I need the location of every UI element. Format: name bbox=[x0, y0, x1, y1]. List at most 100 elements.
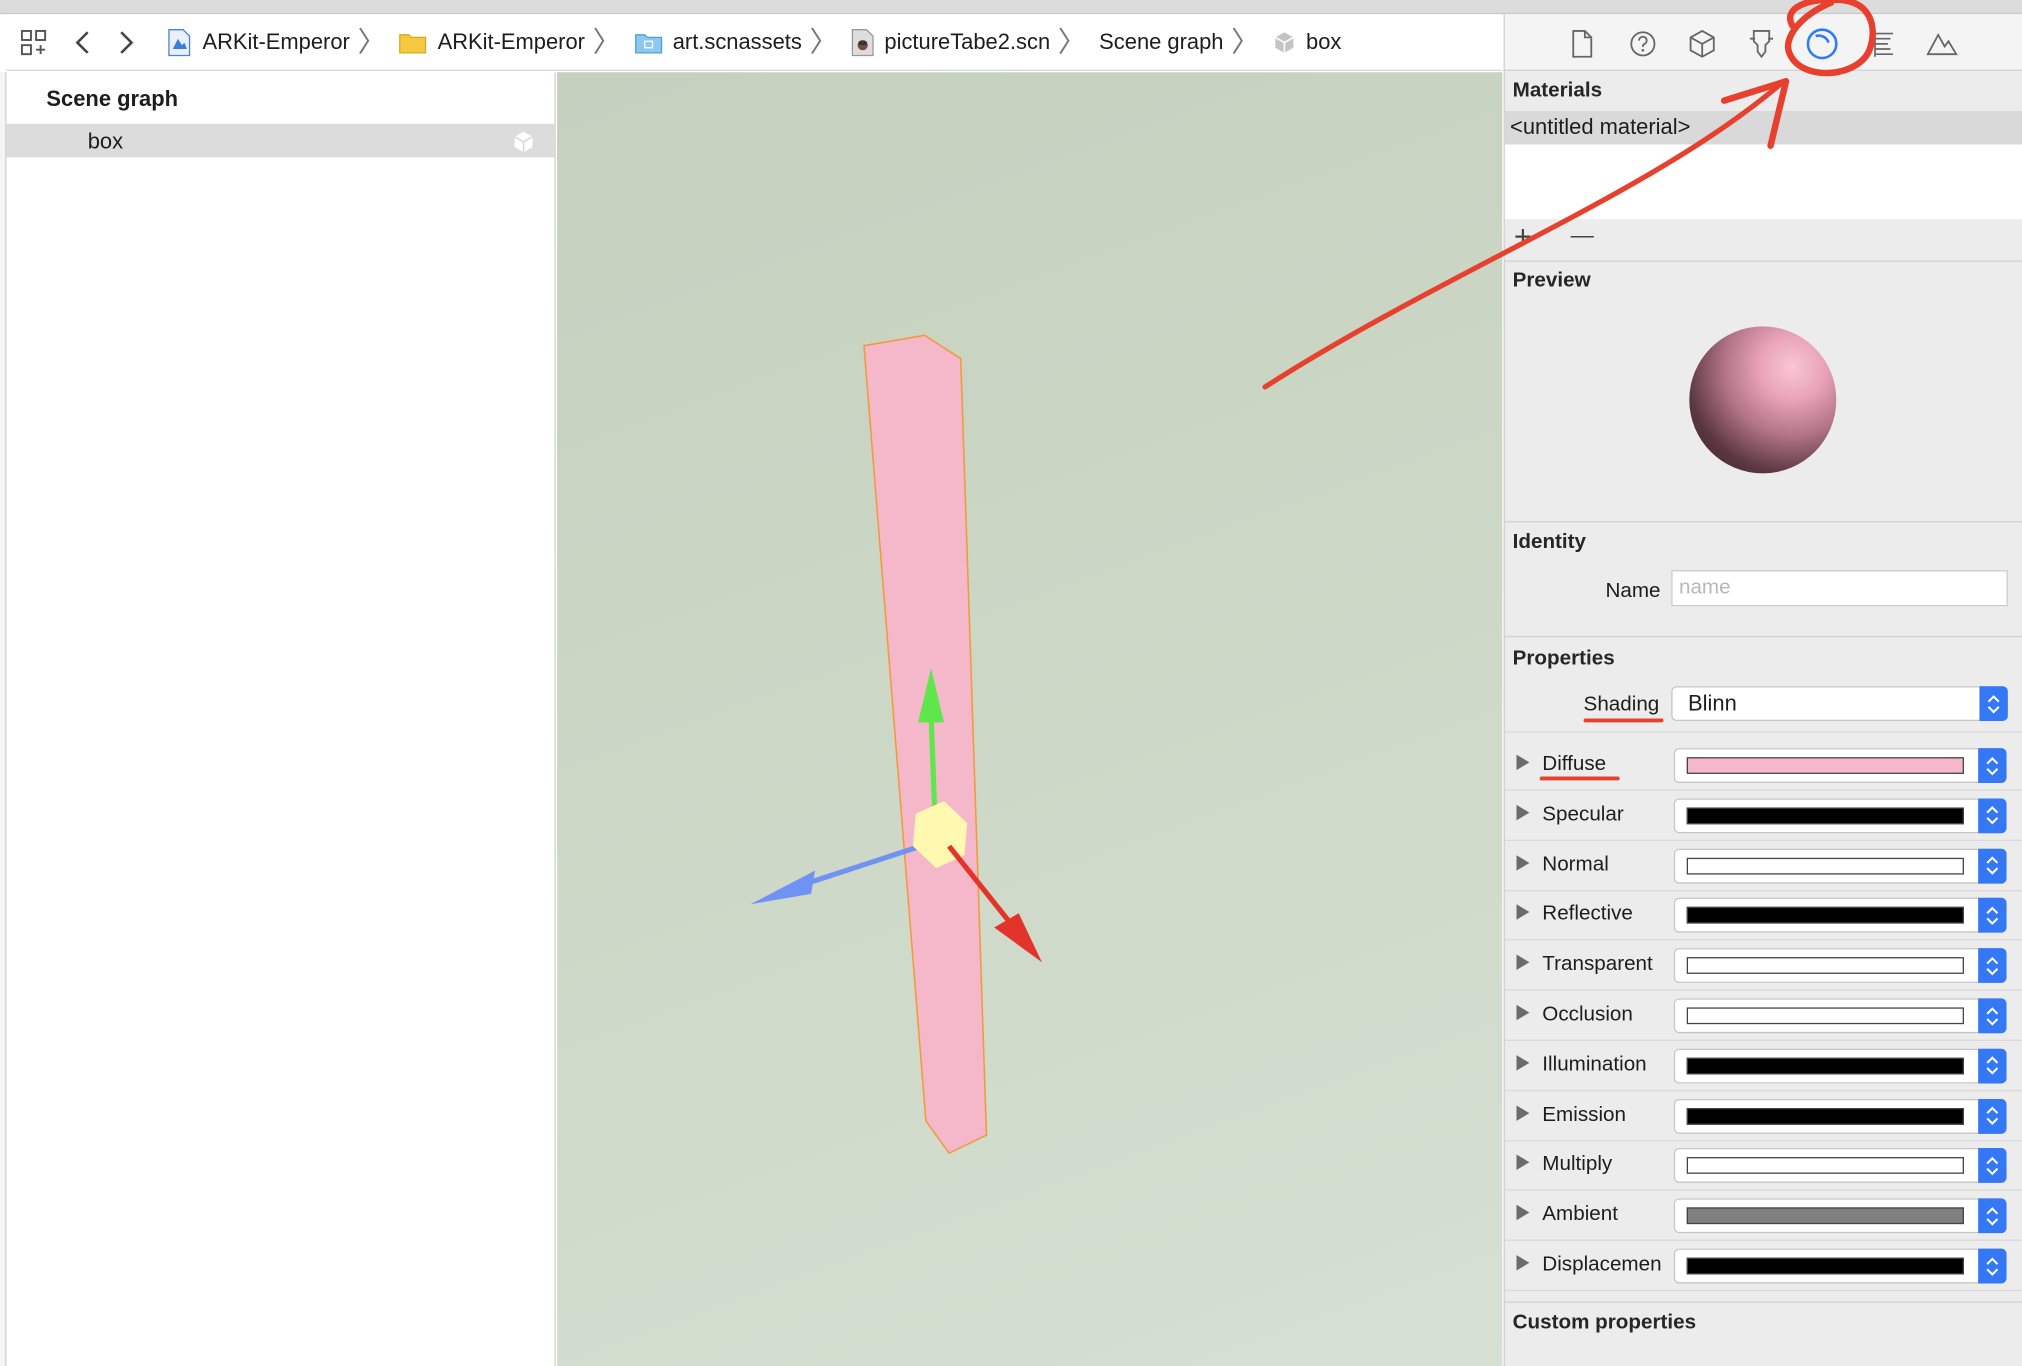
breadcrumb-separator: 〉 bbox=[357, 25, 386, 58]
color-swatch bbox=[1686, 907, 1964, 925]
box-geometry[interactable] bbox=[863, 334, 988, 1155]
name-label: Name bbox=[1605, 580, 1661, 603]
scene-viewport[interactable] bbox=[557, 72, 1503, 1366]
color-well[interactable] bbox=[1673, 1098, 2007, 1134]
section-divider bbox=[1504, 260, 2022, 262]
project-icon bbox=[166, 28, 192, 56]
materials-controls: + — bbox=[1504, 219, 2022, 258]
scene-file-icon bbox=[851, 28, 874, 56]
forward-arrow-icon[interactable] bbox=[104, 20, 148, 64]
shading-select-value: Blinn bbox=[1688, 691, 1737, 716]
disclosure-triangle-icon[interactable] bbox=[1516, 1255, 1530, 1271]
breadcrumb-scene-graph[interactable]: Scene graph bbox=[1099, 29, 1223, 55]
file-inspector-icon[interactable] bbox=[1566, 27, 1600, 61]
material-property-row: Emission bbox=[1504, 1091, 2022, 1142]
outline-item-label: box bbox=[87, 128, 124, 154]
shading-label: Shading bbox=[1583, 693, 1660, 716]
disclosure-triangle-icon[interactable] bbox=[1516, 1104, 1530, 1121]
box-node-icon bbox=[1273, 30, 1296, 53]
breadcrumb-label: Scene graph bbox=[1099, 29, 1224, 54]
physics-inspector-icon[interactable] bbox=[1867, 27, 1901, 61]
breadcrumb-project[interactable]: ARKit-Emperor bbox=[166, 28, 350, 56]
disclosure-triangle-icon[interactable] bbox=[1516, 904, 1530, 921]
select-stepper-icon bbox=[1978, 1248, 2007, 1284]
breadcrumb-label: pictureTabe2.scn bbox=[884, 29, 1051, 54]
outline-item-box[interactable]: box bbox=[6, 123, 556, 160]
jump-bar: ARKit-Emperor 〉 ARKit-Emperor 〉 art.scna… bbox=[6, 14, 1503, 71]
material-property-row: Normal bbox=[1504, 840, 2022, 891]
breadcrumb-separator: 〉 bbox=[1057, 25, 1087, 58]
x-axis-arrow-icon bbox=[994, 913, 1042, 963]
disclosure-triangle-icon[interactable] bbox=[1516, 1154, 1530, 1171]
geometry-cube-icon bbox=[512, 130, 535, 160]
scnassets-folder-icon bbox=[634, 30, 662, 53]
disclosure-triangle-icon[interactable] bbox=[1516, 804, 1530, 821]
color-well[interactable] bbox=[1673, 998, 2007, 1034]
color-swatch bbox=[1686, 1057, 1964, 1075]
material-inspector-icon[interactable] bbox=[1805, 27, 1839, 61]
xcode-scene-editor: ARKit-Emperor 〉 ARKit-Emperor 〉 art.scna… bbox=[0, 0, 2022, 1366]
color-well[interactable] bbox=[1673, 1198, 2007, 1234]
breadcrumb-scnassets[interactable]: art.scnassets bbox=[634, 29, 802, 55]
properties-section-title: Properties bbox=[1512, 647, 1615, 670]
breadcrumb-folder[interactable]: ARKit-Emperor bbox=[399, 29, 585, 55]
color-well[interactable] bbox=[1673, 1048, 2007, 1084]
section-divider bbox=[1504, 521, 2022, 523]
breadcrumb-box[interactable]: box bbox=[1273, 29, 1342, 55]
z-axis-arrow-icon bbox=[750, 870, 815, 905]
color-well[interactable] bbox=[1673, 848, 2007, 884]
help-inspector-icon[interactable] bbox=[1626, 27, 1660, 61]
disclosure-triangle-icon[interactable] bbox=[1516, 754, 1530, 771]
material-property-row: Transparent bbox=[1504, 941, 2022, 991]
material-inspector: Materials <untitled material> + — Previe… bbox=[1503, 14, 2022, 1366]
node-inspector-icon[interactable] bbox=[1685, 27, 1719, 61]
select-stepper-icon bbox=[1978, 748, 2007, 783]
breadcrumb-separator: 〉 bbox=[592, 25, 622, 58]
property-label: Emission bbox=[1542, 1103, 1626, 1126]
color-well[interactable] bbox=[1673, 748, 2007, 783]
material-item[interactable]: <untitled material> bbox=[1504, 110, 2022, 145]
remove-material-button[interactable]: — bbox=[1571, 222, 1594, 249]
breadcrumb-label: box bbox=[1306, 29, 1342, 54]
select-stepper-icon bbox=[1978, 898, 2007, 934]
material-name-input[interactable] bbox=[1671, 570, 2008, 607]
disclosure-triangle-icon[interactable] bbox=[1516, 854, 1530, 871]
material-property-row: Reflective bbox=[1504, 891, 2022, 941]
disclosure-triangle-icon[interactable] bbox=[1516, 1054, 1530, 1071]
breadcrumb-separator: 〉 bbox=[1231, 25, 1260, 58]
select-stepper-icon bbox=[1979, 686, 2008, 722]
shading-select[interactable]: Blinn bbox=[1671, 686, 2008, 722]
select-stepper-icon bbox=[1978, 1198, 2007, 1234]
breadcrumb-scene-file[interactable]: pictureTabe2.scn bbox=[851, 28, 1050, 56]
disclosure-triangle-icon[interactable] bbox=[1516, 1205, 1530, 1221]
select-stepper-icon bbox=[1978, 798, 2007, 834]
select-stepper-icon bbox=[1978, 1148, 2007, 1184]
add-material-button[interactable]: + bbox=[1514, 219, 1532, 255]
section-divider bbox=[1504, 635, 2022, 638]
property-label: Specular bbox=[1542, 803, 1624, 826]
color-well[interactable] bbox=[1673, 948, 2007, 984]
breadcrumb-label: ARKit-Emperor bbox=[202, 29, 350, 54]
materials-list[interactable]: <untitled material> bbox=[1504, 110, 2022, 220]
scene-inspector-icon[interactable] bbox=[1925, 27, 1959, 61]
color-well[interactable] bbox=[1673, 1148, 2007, 1184]
property-label: Displacemen bbox=[1542, 1253, 1662, 1276]
attributes-inspector-icon[interactable] bbox=[1745, 27, 1779, 61]
material-property-row: Diffuse bbox=[1504, 740, 2022, 791]
color-swatch bbox=[1686, 1257, 1964, 1275]
window-top-strip bbox=[0, 0, 2022, 15]
color-swatch bbox=[1686, 807, 1964, 824]
disclosure-triangle-icon[interactable] bbox=[1516, 954, 1530, 971]
back-arrow-icon[interactable] bbox=[61, 20, 105, 64]
scene-graph-outline: Scene graph box bbox=[6, 72, 556, 1366]
color-well[interactable] bbox=[1673, 798, 2007, 834]
scene-render bbox=[750, 334, 1042, 1155]
select-stepper-icon bbox=[1978, 948, 2007, 984]
row-divider bbox=[1504, 731, 2022, 733]
disclosure-triangle-icon[interactable] bbox=[1516, 1004, 1530, 1021]
color-well[interactable] bbox=[1673, 898, 2007, 934]
material-property-row: Specular bbox=[1504, 790, 2022, 841]
folder-icon bbox=[399, 30, 427, 53]
related-items-grid-icon[interactable] bbox=[12, 20, 56, 64]
color-well[interactable] bbox=[1673, 1248, 2007, 1284]
